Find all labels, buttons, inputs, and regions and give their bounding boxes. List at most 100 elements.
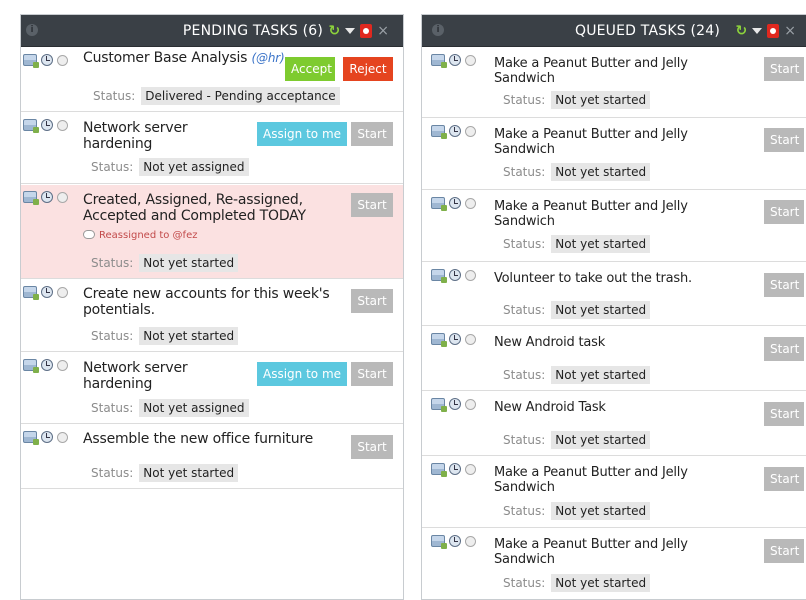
task-type-icon[interactable] xyxy=(23,191,39,205)
task-title[interactable]: Customer Base Analysis (@hr) xyxy=(83,50,293,66)
status-label: Status: xyxy=(503,165,546,179)
task-title[interactable]: Make a Peanut Butter and Jelly Sandwich xyxy=(494,465,734,495)
clock-icon[interactable] xyxy=(449,269,461,281)
status-check-icon[interactable] xyxy=(465,125,476,137)
start-button[interactable]: Start xyxy=(351,435,393,459)
task-title[interactable]: Assemble the new office furniture xyxy=(83,431,345,447)
task-type-icon[interactable] xyxy=(431,54,447,68)
row-icons xyxy=(431,125,476,139)
status-check-icon[interactable] xyxy=(465,333,476,345)
info-icon[interactable]: i xyxy=(26,24,38,36)
pending-task-row[interactable]: Created, Assigned, Re-assigned, Accepted… xyxy=(21,185,403,279)
menu-dropdown-icon[interactable] xyxy=(752,28,763,34)
clock-icon[interactable] xyxy=(41,119,53,131)
info-icon[interactable]: i xyxy=(432,24,444,36)
task-title[interactable]: Volunteer to take out the trash. xyxy=(494,271,754,286)
task-title[interactable]: Created, Assigned, Re-assigned, Accepted… xyxy=(83,192,333,224)
task-title[interactable]: Network server hardening xyxy=(83,120,233,152)
start-button[interactable]: Start xyxy=(351,122,393,146)
assign-to-me-button[interactable]: Assign to me xyxy=(257,362,347,386)
task-type-icon[interactable] xyxy=(431,333,447,347)
queued-task-row[interactable]: Make a Peanut Butter and Jelly Sandwich … xyxy=(422,119,806,190)
task-type-icon[interactable] xyxy=(23,286,39,300)
status-check-icon[interactable] xyxy=(57,119,68,131)
pdf-icon[interactable] xyxy=(767,24,780,38)
clock-icon[interactable] xyxy=(449,463,461,475)
status-check-icon[interactable] xyxy=(465,463,476,475)
start-button[interactable]: Start xyxy=(764,467,804,491)
clock-icon[interactable] xyxy=(449,333,461,345)
clock-icon[interactable] xyxy=(41,286,53,298)
task-type-icon[interactable] xyxy=(431,125,447,139)
task-title[interactable]: Create new accounts for this week's pote… xyxy=(83,286,345,318)
pending-task-row[interactable]: Network server hardening Assign to me St… xyxy=(21,353,403,424)
pending-task-row[interactable]: Assemble the new office furniture Start … xyxy=(21,425,403,489)
start-button[interactable]: Start xyxy=(764,57,804,81)
status-check-icon[interactable] xyxy=(465,54,476,66)
queued-task-row[interactable]: Make a Peanut Butter and Jelly Sandwich … xyxy=(422,191,806,262)
task-title[interactable]: Make a Peanut Butter and Jelly Sandwich xyxy=(494,127,734,157)
task-type-icon[interactable] xyxy=(431,535,447,549)
start-button[interactable]: Start xyxy=(764,539,804,563)
clock-icon[interactable] xyxy=(41,191,53,203)
task-title[interactable]: Make a Peanut Butter and Jelly Sandwich xyxy=(494,56,734,86)
task-title[interactable]: Make a Peanut Butter and Jelly Sandwich xyxy=(494,199,734,229)
clock-icon[interactable] xyxy=(449,54,461,66)
pdf-icon[interactable] xyxy=(360,24,373,38)
pending-task-row[interactable]: Network server hardening Assign to me St… xyxy=(21,113,403,184)
queued-task-row[interactable]: Make a Peanut Butter and Jelly Sandwich … xyxy=(422,48,806,118)
status-check-icon[interactable] xyxy=(57,54,68,66)
start-button[interactable]: Start xyxy=(764,200,804,224)
status-check-icon[interactable] xyxy=(465,269,476,281)
start-button[interactable]: Start xyxy=(764,128,804,152)
task-type-icon[interactable] xyxy=(431,269,447,283)
task-type-icon[interactable] xyxy=(23,359,39,373)
status-check-icon[interactable] xyxy=(57,286,68,298)
clock-icon[interactable] xyxy=(449,197,461,209)
task-title[interactable]: Make a Peanut Butter and Jelly Sandwich xyxy=(494,537,734,567)
queued-task-row[interactable]: New Android Task Start Status: Not yet st… xyxy=(422,392,806,456)
assign-to-me-button[interactable]: Assign to me xyxy=(257,122,347,146)
status-check-icon[interactable] xyxy=(465,398,476,410)
clock-icon[interactable] xyxy=(41,359,53,371)
queued-task-row[interactable]: Make a Peanut Butter and Jelly Sandwich … xyxy=(422,529,806,599)
clock-icon[interactable] xyxy=(41,54,53,66)
start-button[interactable]: Start xyxy=(351,193,393,217)
close-icon[interactable]: × xyxy=(784,23,796,39)
task-title[interactable]: Network server hardening xyxy=(83,360,233,392)
task-type-icon[interactable] xyxy=(23,119,39,133)
menu-dropdown-icon[interactable] xyxy=(345,28,356,34)
task-type-icon[interactable] xyxy=(431,398,447,412)
task-type-icon[interactable] xyxy=(23,431,39,445)
refresh-icon[interactable]: ↻ xyxy=(329,23,341,39)
start-button[interactable]: Start xyxy=(351,289,393,313)
clock-icon[interactable] xyxy=(449,398,461,410)
accept-button[interactable]: Accept xyxy=(285,57,335,81)
close-icon[interactable]: × xyxy=(377,23,389,39)
pending-task-row[interactable]: Customer Base Analysis (@hr) Accept Reje… xyxy=(21,48,403,112)
queued-task-row[interactable]: New Android task Start Status: Not yet st… xyxy=(422,327,806,391)
pending-task-row[interactable]: Create new accounts for this week's pote… xyxy=(21,280,403,352)
refresh-icon[interactable]: ↻ xyxy=(736,23,748,39)
status-check-icon[interactable] xyxy=(57,191,68,203)
clock-icon[interactable] xyxy=(449,125,461,137)
status-check-icon[interactable] xyxy=(465,535,476,547)
task-type-icon[interactable] xyxy=(431,197,447,211)
start-button[interactable]: Start xyxy=(764,402,804,426)
queued-task-row[interactable]: Volunteer to take out the trash. Start S… xyxy=(422,263,806,326)
start-button[interactable]: Start xyxy=(351,362,393,386)
status-check-icon[interactable] xyxy=(465,197,476,209)
clock-icon[interactable] xyxy=(449,535,461,547)
clock-icon[interactable] xyxy=(41,431,53,443)
task-mention[interactable]: (@hr) xyxy=(252,51,285,65)
reject-button[interactable]: Reject xyxy=(343,57,393,81)
task-title[interactable]: New Android Task xyxy=(494,400,734,415)
task-title[interactable]: New Android task xyxy=(494,335,734,350)
queued-task-row[interactable]: Make a Peanut Butter and Jelly Sandwich … xyxy=(422,457,806,528)
start-button[interactable]: Start xyxy=(764,273,804,297)
status-check-icon[interactable] xyxy=(57,359,68,371)
task-type-icon[interactable] xyxy=(23,54,39,68)
start-button[interactable]: Start xyxy=(764,337,804,361)
status-check-icon[interactable] xyxy=(57,431,68,443)
task-type-icon[interactable] xyxy=(431,463,447,477)
